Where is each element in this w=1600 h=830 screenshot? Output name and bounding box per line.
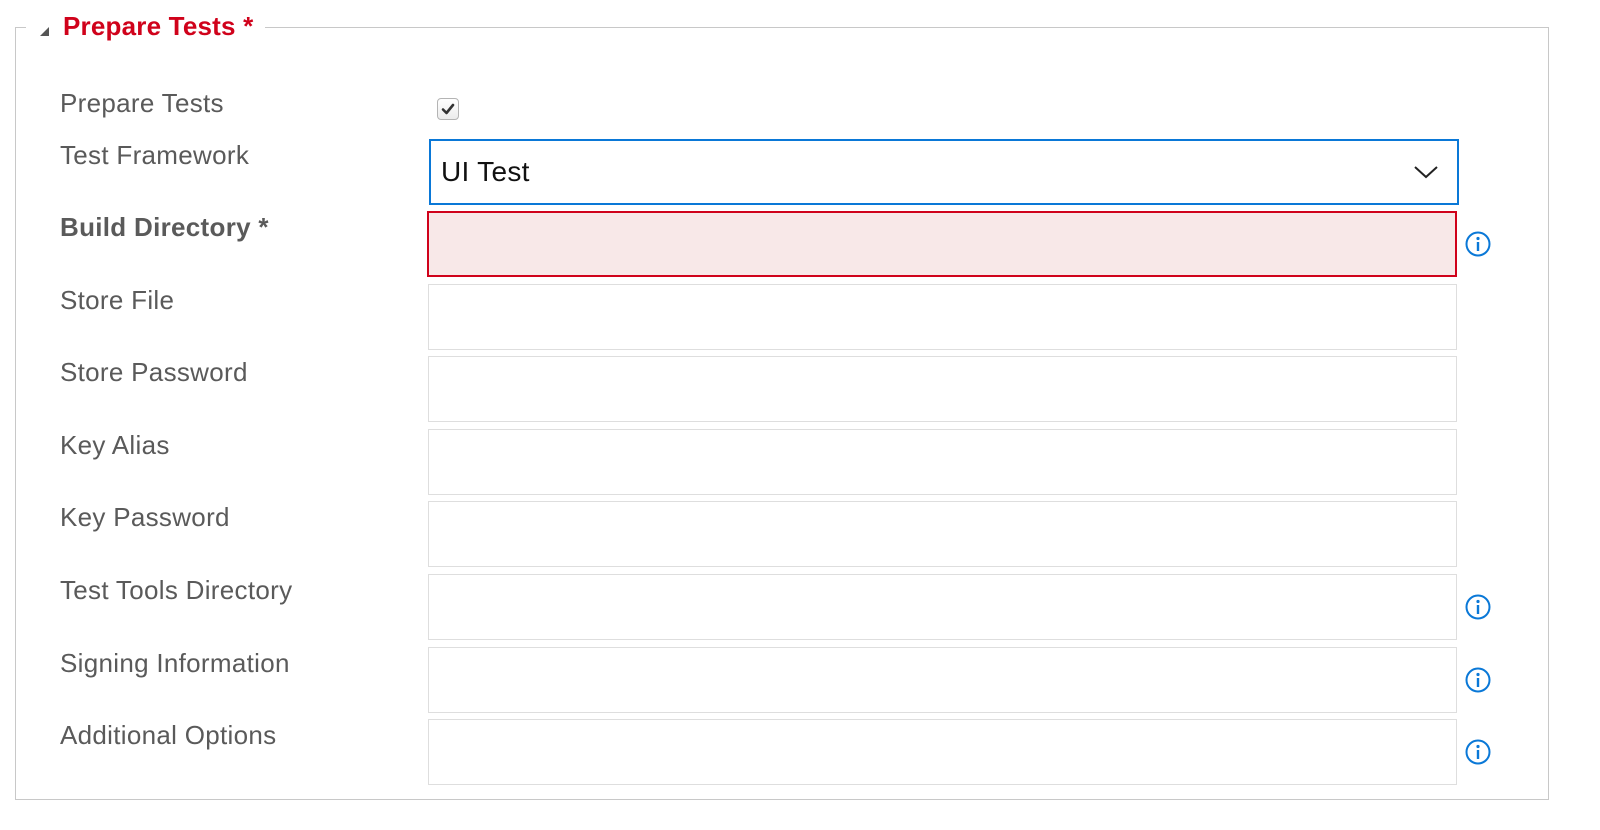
test-tools-directory-label: Test Tools Directory bbox=[60, 575, 293, 605]
additional-options-input[interactable] bbox=[428, 719, 1457, 785]
key-password-input[interactable] bbox=[428, 501, 1457, 567]
build-directory-label: Build Directory * bbox=[60, 212, 269, 242]
signing-information-info-icon[interactable] bbox=[1465, 667, 1491, 693]
additional-options-info-icon[interactable] bbox=[1465, 739, 1491, 765]
checkmark-icon bbox=[441, 103, 455, 115]
key-alias-label: Key Alias bbox=[60, 430, 170, 460]
prepare-tests-checkbox[interactable] bbox=[437, 98, 459, 120]
section-title: Prepare Tests * bbox=[63, 10, 254, 41]
test-framework-select[interactable]: UI Test bbox=[429, 139, 1459, 205]
signing-information-input[interactable] bbox=[428, 647, 1457, 713]
test-tools-directory-info-icon[interactable] bbox=[1465, 594, 1491, 620]
key-alias-input[interactable] bbox=[428, 429, 1457, 495]
prepare-tests-label: Prepare Tests bbox=[60, 88, 224, 118]
section-header[interactable]: Prepare Tests * bbox=[26, 1, 266, 51]
build-directory-info-icon[interactable] bbox=[1465, 231, 1491, 257]
signing-information-label: Signing Information bbox=[60, 648, 290, 678]
additional-options-label: Additional Options bbox=[60, 720, 277, 750]
store-file-label: Store File bbox=[60, 285, 175, 315]
store-password-label: Store Password bbox=[60, 357, 248, 387]
test-framework-label: Test Framework bbox=[60, 140, 250, 170]
prepare-tests-section: Prepare Tests * Prepare Tests Test Frame… bbox=[15, 1, 1549, 800]
test-framework-value: UI Test bbox=[441, 156, 530, 187]
store-file-input[interactable] bbox=[428, 284, 1457, 350]
chevron-down-icon bbox=[1414, 166, 1438, 179]
key-password-label: Key Password bbox=[60, 502, 230, 532]
test-tools-directory-input[interactable] bbox=[428, 574, 1457, 640]
store-password-input[interactable] bbox=[428, 356, 1457, 422]
collapse-triangle-icon[interactable] bbox=[40, 26, 49, 36]
build-directory-input[interactable] bbox=[427, 211, 1457, 277]
